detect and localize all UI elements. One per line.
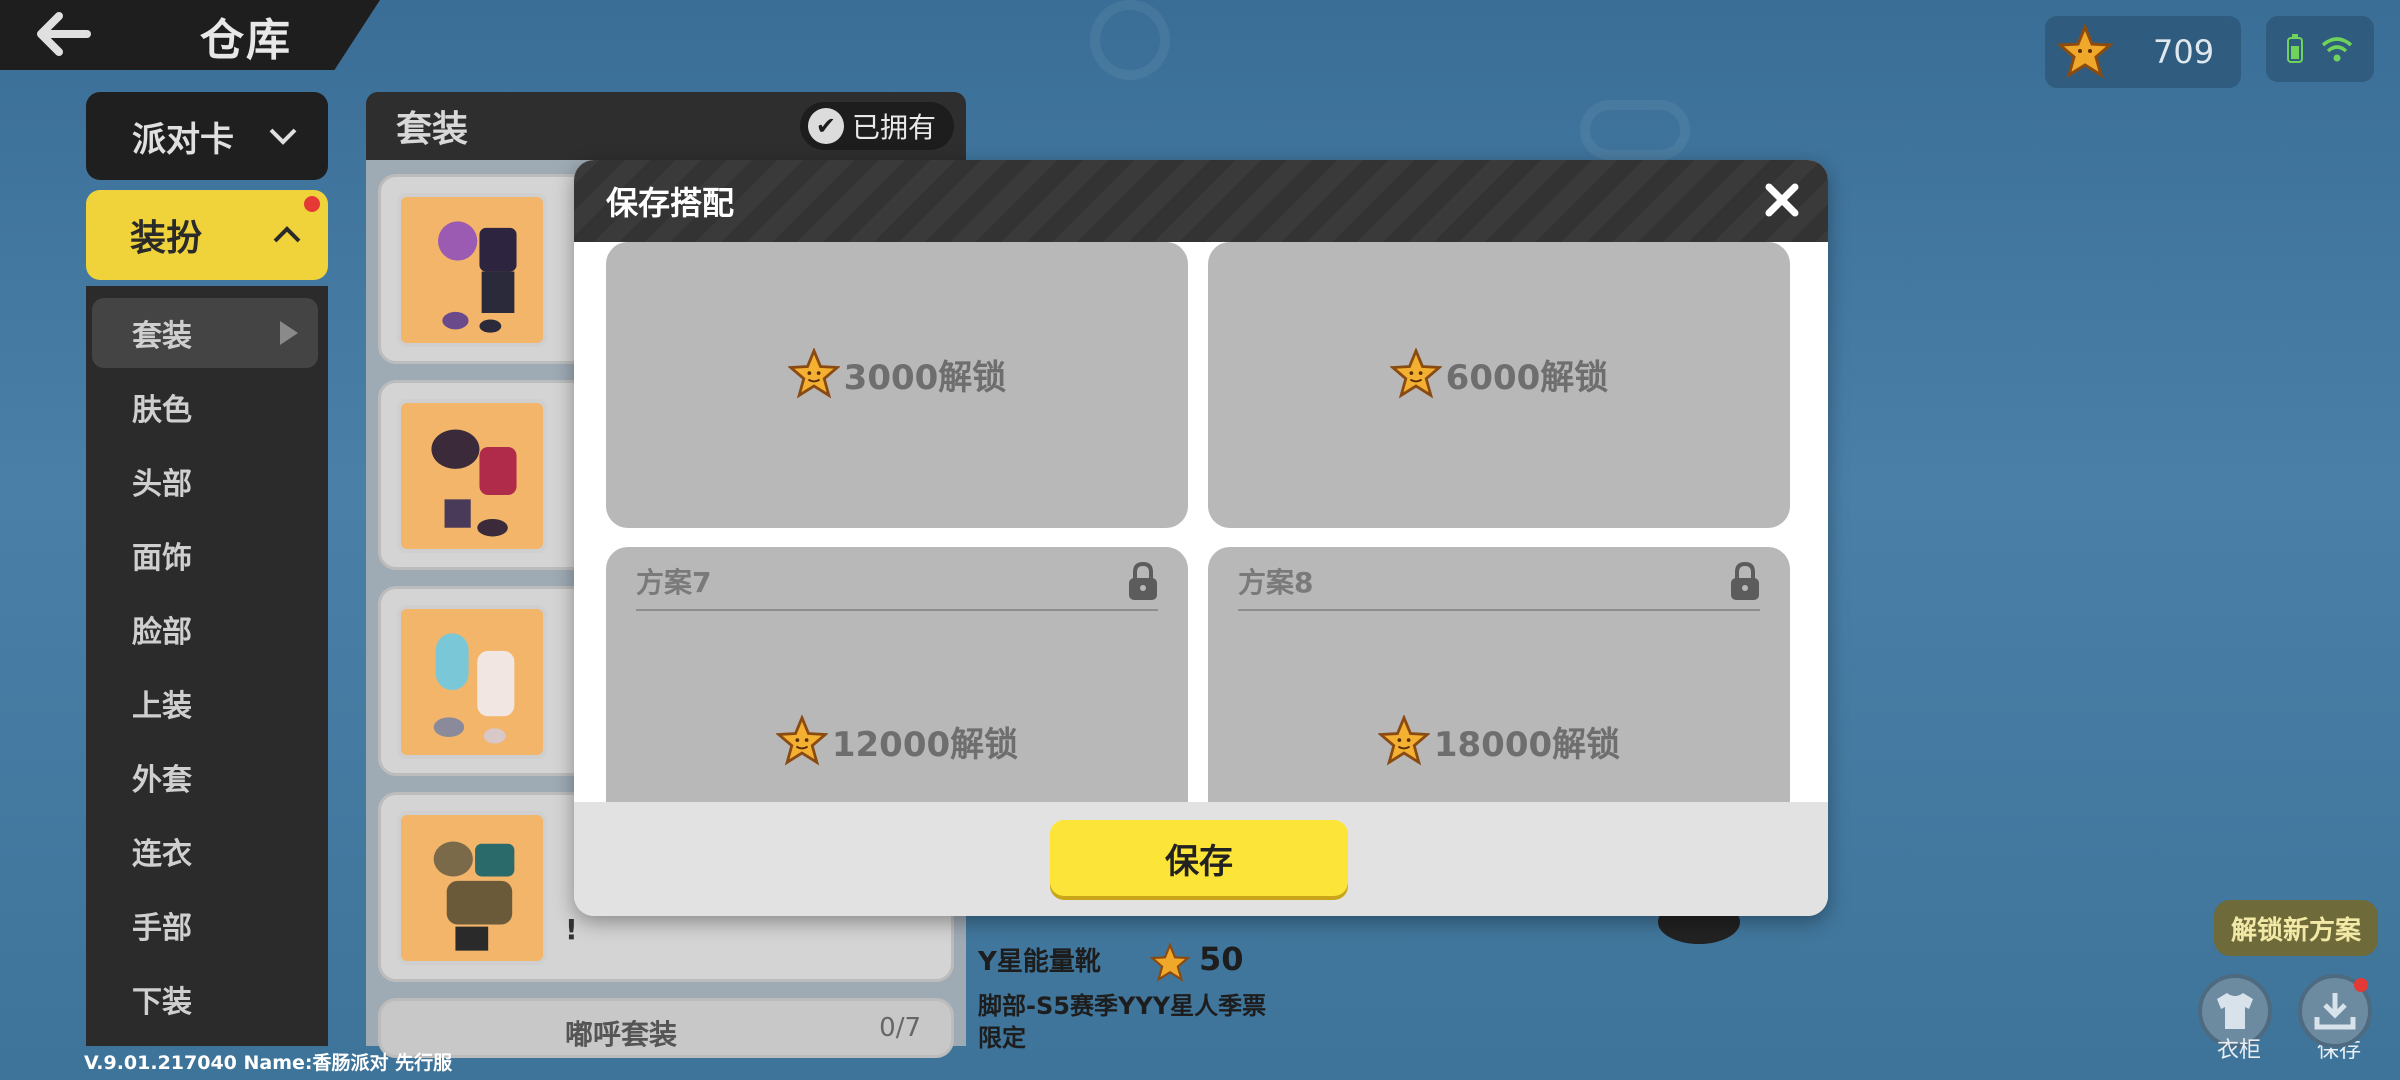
battery-icon bbox=[2287, 34, 2303, 63]
suit-card-name: 嘟呼套装 bbox=[565, 1018, 678, 1051]
star-coin-icon bbox=[1149, 941, 1191, 982]
wifi-icon bbox=[2321, 37, 2353, 62]
suit-card-text: ! bbox=[565, 913, 578, 946]
wardrobe-button[interactable]: 衣柜 bbox=[2198, 974, 2280, 1064]
slot-price-text: 12000解锁 bbox=[831, 724, 1019, 765]
play-arrow-icon bbox=[280, 321, 298, 345]
lock-icon bbox=[1129, 561, 1157, 600]
suit-panel-header: 套装 ✔ 已拥有 bbox=[366, 92, 966, 160]
coin-value: 709 bbox=[2153, 33, 2215, 71]
sidebar-item-head[interactable]: 头部 bbox=[92, 446, 318, 516]
item-name-row: Y星能量靴 50 bbox=[978, 940, 1243, 983]
item-price: 50 bbox=[1198, 940, 1244, 978]
sidebar-item-label: 套装 bbox=[132, 319, 192, 354]
sidebar-item-hands[interactable]: 手部 bbox=[92, 890, 318, 960]
star-coin-icon bbox=[775, 715, 828, 766]
save-outfit-button[interactable]: 保存 bbox=[2298, 974, 2380, 1064]
suit-card-count: 0/7 bbox=[879, 1013, 921, 1043]
close-icon bbox=[1765, 183, 1799, 217]
sidebar-item-label: 上装 bbox=[132, 689, 192, 724]
suit-figure-image bbox=[431, 429, 517, 537]
sidebar-item-top[interactable]: 上装 bbox=[92, 668, 318, 738]
slot-name: 方案7 bbox=[636, 566, 712, 599]
star-coin-icon bbox=[1389, 348, 1442, 399]
slot-unlock-price: 12000解锁 bbox=[606, 715, 1188, 767]
sidebar-item-label: 肤色 bbox=[132, 393, 192, 428]
sidebar-item-suit[interactable]: 套装 bbox=[92, 298, 318, 368]
page-title: 仓库 bbox=[200, 15, 292, 66]
party-card-label: 派对卡 bbox=[132, 119, 234, 160]
dress-up-category[interactable]: 装扮 bbox=[86, 190, 328, 280]
suit-thumbnail bbox=[397, 811, 547, 965]
wardrobe-label: 衣柜 bbox=[2216, 1038, 2261, 1063]
owned-label: 已拥有 bbox=[851, 111, 936, 144]
shirt-icon bbox=[2217, 993, 2253, 1029]
sidebar-item-coat[interactable]: 外套 bbox=[92, 742, 318, 812]
slot-price-text: 18000解锁 bbox=[1433, 724, 1621, 765]
suit-thumbnail bbox=[397, 193, 547, 347]
suit-figure-image bbox=[433, 841, 515, 951]
slot-unlock-price: 18000解锁 bbox=[1208, 715, 1790, 767]
suit-panel-title: 套装 bbox=[396, 109, 469, 150]
item-name: Y星能量靴 bbox=[978, 947, 1101, 977]
back-button[interactable] bbox=[28, 6, 98, 62]
sidebar-item-label: 面饰 bbox=[132, 541, 192, 576]
suit-thumbnail bbox=[397, 605, 547, 759]
outfit-slot-5[interactable]: 3000解锁 bbox=[606, 242, 1188, 528]
close-button[interactable] bbox=[1760, 178, 1804, 222]
slot-price-text: 3000解锁 bbox=[843, 357, 1007, 398]
owned-filter-toggle[interactable]: ✔ 已拥有 bbox=[799, 102, 954, 150]
outfit-slot-8[interactable]: 方案8 18000解锁 bbox=[1208, 547, 1790, 802]
lock-icon bbox=[1731, 561, 1759, 600]
suit-figure-image bbox=[433, 633, 515, 744]
slot-name: 方案8 bbox=[1238, 566, 1314, 599]
dialog-header: 保存搭配 bbox=[574, 160, 1828, 242]
sidebar-nav: 套装 肤色 头部 面饰 脸部 上装 外套 连衣 手部 下装 bbox=[86, 286, 328, 1046]
star-coin-icon bbox=[1377, 715, 1430, 766]
notification-dot bbox=[304, 196, 320, 212]
sidebar-item-label: 手部 bbox=[132, 911, 192, 946]
sidebar-item-label: 连衣 bbox=[132, 837, 192, 872]
sidebar-item-label: 下装 bbox=[132, 985, 192, 1020]
suit-card[interactable]: 嘟呼套装 0/7 bbox=[378, 998, 954, 1058]
star-coin-icon bbox=[2057, 24, 2113, 79]
unlock-new-plan-button[interactable]: 解锁新方案 bbox=[2214, 900, 2378, 956]
slot-unlock-price: 6000解锁 bbox=[1208, 348, 1790, 400]
slot-divider bbox=[1238, 609, 1760, 611]
save-button[interactable]: 保存 bbox=[1050, 820, 1348, 896]
suit-thumbnail bbox=[397, 399, 547, 553]
sidebar-item-skin[interactable]: 肤色 bbox=[92, 372, 318, 442]
sidebar-item-label: 外套 bbox=[132, 763, 192, 798]
outfit-slot-6[interactable]: 6000解锁 bbox=[1208, 242, 1790, 528]
notification-dot bbox=[2354, 978, 2368, 992]
sidebar-item-dress[interactable]: 连衣 bbox=[92, 816, 318, 886]
slot-unlock-price: 3000解锁 bbox=[606, 348, 1188, 400]
back-arrow-icon bbox=[37, 12, 91, 56]
download-icon bbox=[2314, 993, 2356, 1030]
sidebar-item-bottom[interactable]: 下装 bbox=[92, 964, 318, 1034]
slot-price-text: 6000解锁 bbox=[1445, 357, 1609, 398]
party-card-dropdown[interactable]: 派对卡 bbox=[86, 92, 328, 180]
sidebar-item-label: 头部 bbox=[132, 467, 192, 502]
suit-figure-image bbox=[438, 221, 517, 333]
save-round bbox=[2298, 974, 2372, 1048]
version-text: V.9.01.217040 Name:香肠派对 先行服 bbox=[84, 1052, 453, 1074]
chevron-up-icon bbox=[273, 226, 301, 243]
device-status bbox=[2266, 16, 2374, 82]
sidebar-item-face-accessory[interactable]: 面饰 bbox=[92, 520, 318, 590]
sidebar-item-face[interactable]: 脸部 bbox=[92, 594, 318, 664]
checkmark-icon: ✔ bbox=[807, 108, 844, 144]
dress-up-label: 装扮 bbox=[130, 218, 203, 259]
save-outfit-dialog: 保存搭配 3000解锁 6000解锁 方案7 12000解锁 方案8 18000… bbox=[574, 160, 1828, 916]
chevron-down-icon bbox=[269, 128, 297, 145]
item-description: 脚部-S5赛季YYY星人季票限定 bbox=[978, 992, 1267, 1052]
outfit-slot-7[interactable]: 方案7 12000解锁 bbox=[606, 547, 1188, 802]
dialog-title: 保存搭配 bbox=[606, 184, 735, 222]
star-coin-icon bbox=[787, 348, 840, 399]
coin-balance[interactable]: 709 bbox=[2045, 16, 2241, 88]
sidebar-item-label: 脸部 bbox=[132, 615, 192, 650]
slot-divider bbox=[636, 609, 1158, 611]
